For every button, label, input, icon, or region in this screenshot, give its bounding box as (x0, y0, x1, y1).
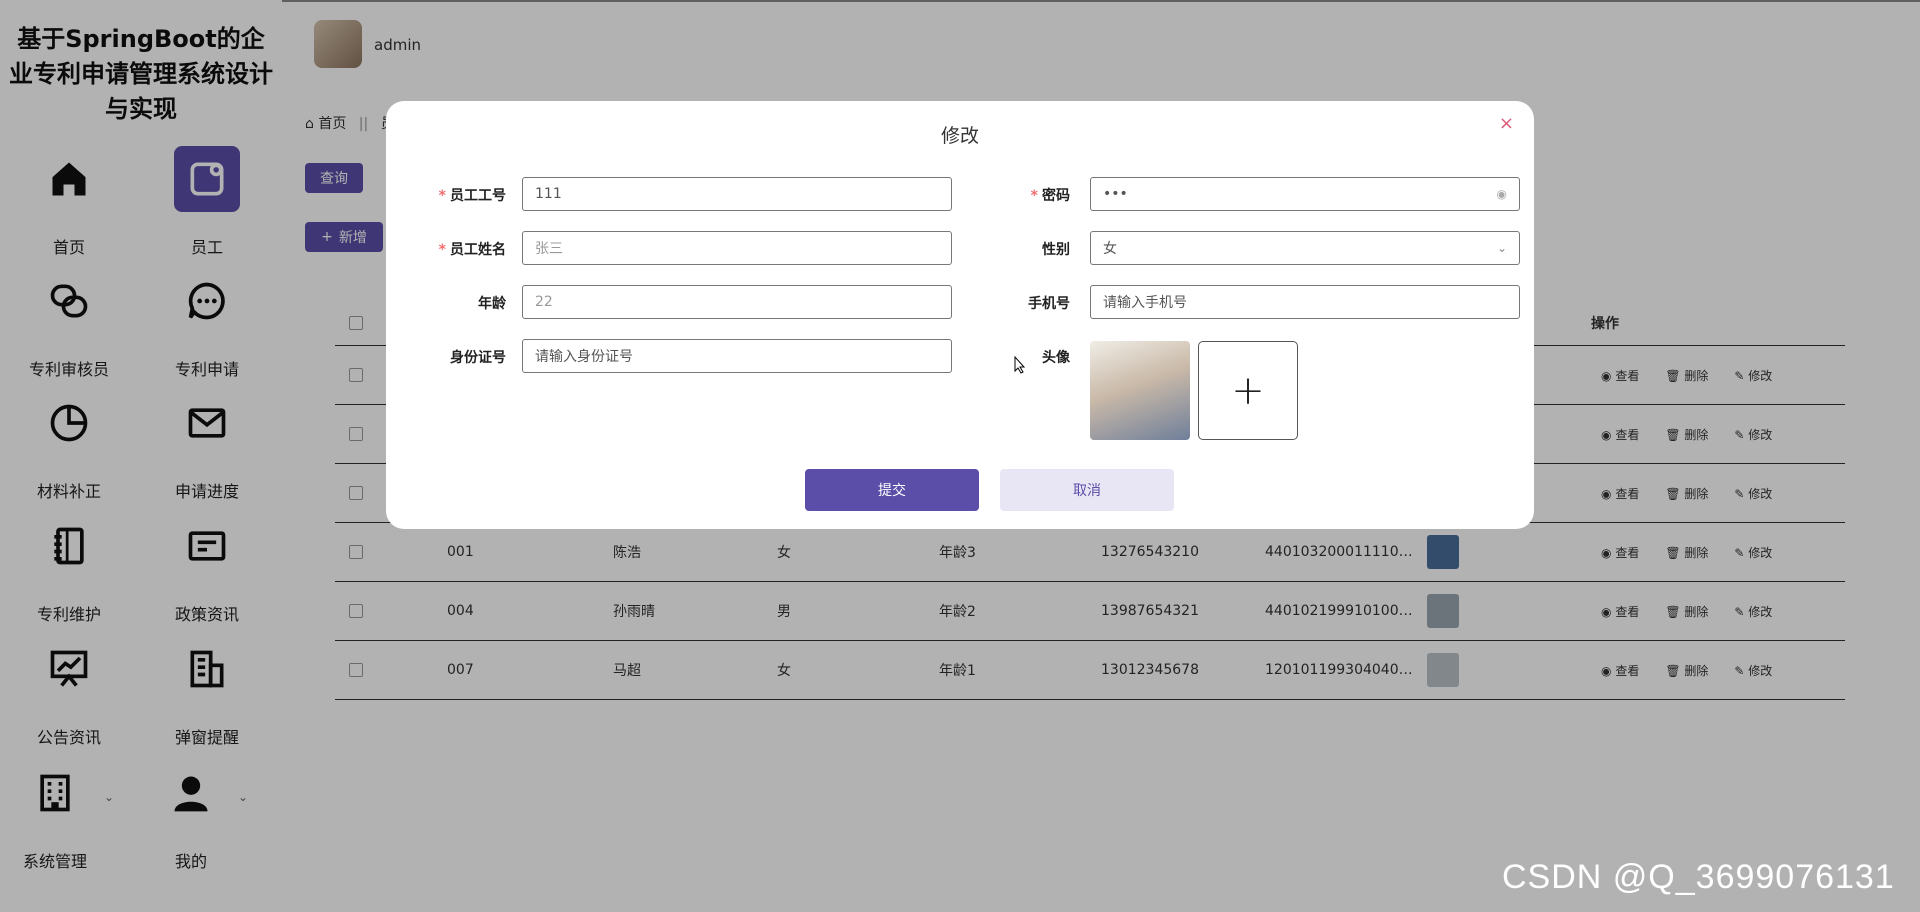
edit-dialog: 修改 × * 员工工号 111 * 员工姓名 张三 年龄 22 身份证号 请输入身份… (386, 101, 1534, 529)
avatar-label: 头像 (1042, 350, 1070, 366)
plus-icon: + (1231, 367, 1265, 414)
mouse-cursor-icon (1014, 356, 1026, 374)
age-label: 年龄 (478, 296, 506, 312)
phone-input[interactable]: 请输入手机号 (1090, 285, 1520, 319)
password-input[interactable]: ••• ◉ (1090, 177, 1520, 211)
cancel-button[interactable]: 取消 (1000, 469, 1174, 511)
employee-name-label: * 员工姓名 (438, 242, 506, 258)
watermark: CSDN @Q_3699076131 (1502, 858, 1895, 896)
phone-label: 手机号 (1028, 296, 1070, 312)
avatar-preview[interactable] (1090, 341, 1190, 440)
eye-icon[interactable]: ◉ (1497, 187, 1507, 201)
id-card-input[interactable]: 请输入身份证号 (522, 339, 952, 373)
password-label: * 密码 (1030, 188, 1070, 204)
gender-select[interactable]: 女 ⌄ (1090, 231, 1520, 265)
age-input[interactable]: 22 (522, 285, 952, 319)
close-icon[interactable]: × (1499, 113, 1514, 134)
upload-button[interactable]: + (1198, 341, 1298, 440)
employee-id-label: * 员工工号 (438, 188, 506, 204)
id-card-label: 身份证号 (450, 350, 506, 366)
employee-name-input[interactable]: 张三 (522, 231, 952, 265)
gender-label: 性别 (1042, 242, 1070, 258)
dialog-title: 修改 (940, 125, 979, 147)
submit-button[interactable]: 提交 (805, 469, 979, 511)
employee-id-input[interactable]: 111 (522, 177, 952, 211)
chevron-down-icon: ⌄ (1496, 241, 1507, 255)
